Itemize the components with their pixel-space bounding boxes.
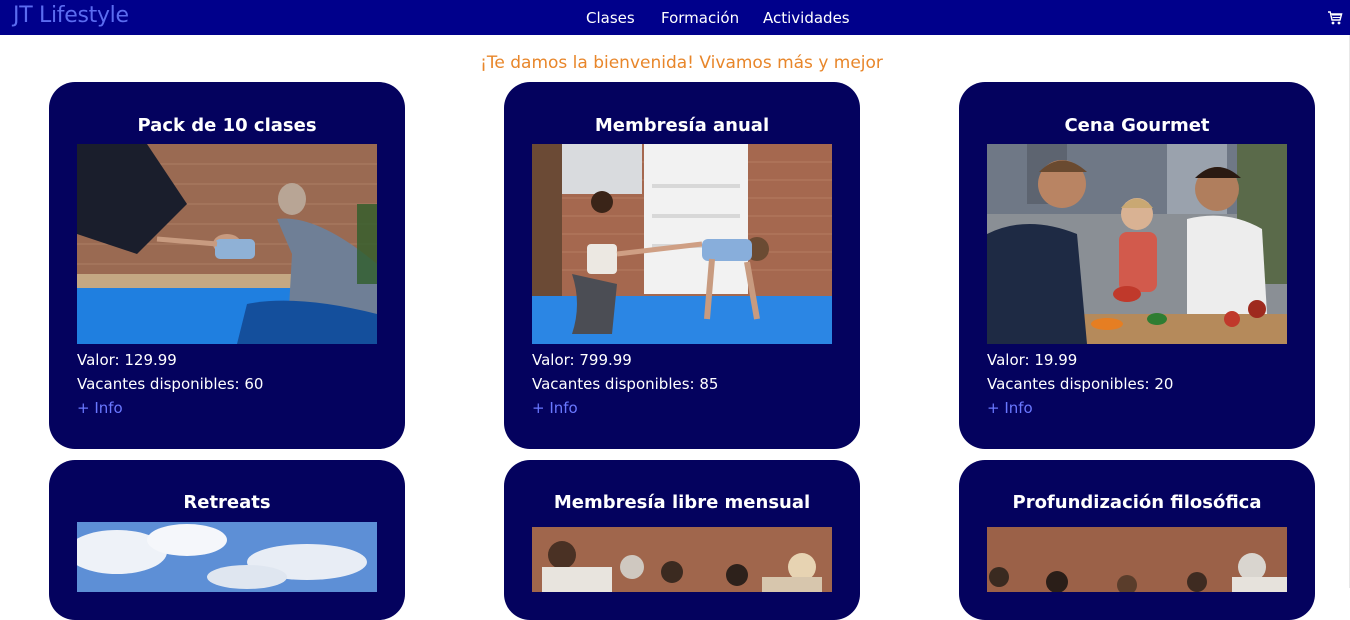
card-image-philosophy-group[interactable] [987,527,1287,592]
card-title: Profundización filosófica [1012,492,1262,513]
nav-link-clases[interactable]: Clases [586,9,635,27]
product-card-retreats: Retreats [49,460,405,620]
card-price: Valor: 19.99 [987,351,1078,369]
card-info-link[interactable]: + Info [77,399,123,417]
product-card-membresia-anual: Membresía anual Valor: 799.99 Vacantes d… [504,82,860,449]
product-card-membresia-libre-mensual: Membresía libre mensual [504,460,860,620]
card-info-link[interactable]: + Info [987,399,1033,417]
product-card-pack-10-clases: Pack de 10 clases Valor: 129.99 Vacantes… [49,82,405,449]
nav-link-actividades[interactable]: Actividades [763,9,850,27]
cart-icon[interactable] [1327,10,1343,26]
card-title: Pack de 10 clases [137,115,317,136]
brand-logo[interactable]: JT Lifestyle [13,3,129,28]
card-image-group-class[interactable] [532,527,832,592]
navbar: JT Lifestyle Clases Formación Actividade… [0,0,1350,35]
card-vacancies: Vacantes disponibles: 60 [77,375,264,393]
card-vacancies: Vacantes disponibles: 85 [532,375,719,393]
card-title: Membresía libre mensual [553,492,811,513]
card-price: Valor: 129.99 [77,351,177,369]
card-image-yoga-class[interactable] [77,144,377,344]
product-card-profundizacion-filosofica: Profundización filosófica [959,460,1315,620]
card-vacancies: Vacantes disponibles: 20 [987,375,1174,393]
product-card-cena-gourmet: Cena Gourmet Valor: 19.99 Vacantes dispo [959,82,1315,449]
card-price: Valor: 799.99 [532,351,632,369]
card-image-partner-yoga[interactable] [532,144,832,344]
card-title: Membresía anual [594,115,770,136]
card-image-gourmet-dinner[interactable] [987,144,1287,344]
card-image-retreats[interactable] [77,522,377,592]
nav-link-formacion[interactable]: Formación [661,9,739,27]
card-title: Cena Gourmet [1064,115,1210,136]
card-info-link[interactable]: + Info [532,399,578,417]
welcome-message: ¡Te damos la bienvenida! Vivamos más y m… [480,53,883,73]
card-title: Retreats [183,492,271,513]
